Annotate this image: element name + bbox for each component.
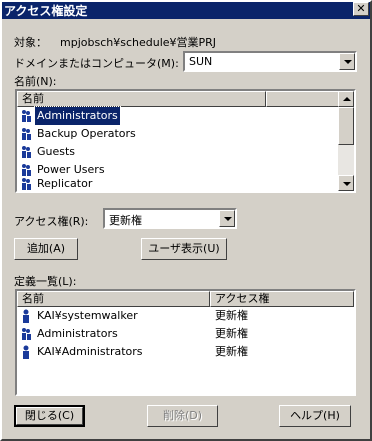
table-row[interactable]: KAI¥systemwalker 更新権 — [17, 307, 354, 325]
group-icon — [22, 178, 31, 190]
scroll-thumb[interactable] — [338, 107, 354, 145]
domain-combobox[interactable]: SUN — [183, 51, 357, 72]
domain-value: SUN — [189, 55, 213, 68]
table-row[interactable]: KAI¥Administrators 更新権 — [17, 343, 354, 361]
row-access: 更新権 — [215, 345, 248, 358]
names-label: 名前(N): — [14, 75, 57, 88]
row-access: 更新権 — [215, 309, 248, 322]
names-column-header-empty[interactable] — [266, 91, 340, 107]
list-item-label: Guests — [37, 145, 76, 158]
group-icon — [22, 110, 31, 122]
list-item-label: Replicator — [37, 177, 93, 190]
group-icon — [22, 328, 31, 340]
help-button[interactable]: ヘルプ(H) — [279, 405, 351, 427]
list-item-label: Backup Operators — [37, 127, 136, 140]
access-dropdown-button[interactable] — [219, 210, 235, 227]
domain-dropdown-button[interactable] — [339, 53, 355, 70]
list-item[interactable]: Replicator — [17, 175, 337, 191]
scroll-down-button[interactable] — [338, 175, 354, 191]
access-label: アクセス権(R): — [14, 215, 89, 228]
chevron-down-icon — [344, 60, 352, 64]
show-users-button[interactable]: ユーザ表示(U) — [141, 238, 227, 260]
access-combobox[interactable]: 更新権 — [103, 208, 237, 229]
list-item[interactable]: Administrators — [17, 106, 337, 126]
row-name: Administrators — [37, 327, 118, 340]
definitions-column-access[interactable]: アクセス権 — [210, 291, 354, 307]
definitions-label: 定義一覧(L): — [14, 275, 77, 288]
close-button-label: 閉じる(C) — [24, 409, 75, 422]
list-item[interactable]: Guests — [17, 143, 337, 161]
list-item-label: Administrators — [34, 106, 121, 126]
row-name: KAI¥systemwalker — [37, 309, 138, 322]
user-icon — [23, 345, 29, 359]
delete-button[interactable]: 削除(D) — [147, 405, 218, 427]
title-bar[interactable]: アクセス権設定 ✕ — [0, 0, 372, 19]
chevron-up-icon — [343, 97, 351, 101]
group-icon — [22, 128, 31, 140]
group-icon — [22, 146, 31, 158]
user-icon — [23, 309, 29, 323]
add-button[interactable]: 追加(A) — [14, 238, 78, 260]
names-listbox[interactable]: 名前 Administrators Backup Operators Guest… — [15, 89, 356, 193]
names-column-header[interactable]: 名前 — [17, 91, 266, 107]
close-button[interactable]: 閉じる(C) — [14, 405, 85, 427]
target-label: 対象： — [14, 36, 47, 49]
row-access: 更新権 — [215, 327, 248, 340]
definitions-listbox[interactable]: 名前 アクセス権 KAI¥systemwalker 更新権 Administra… — [15, 289, 356, 396]
chevron-down-icon — [343, 182, 351, 186]
window-title: アクセス権設定 — [4, 4, 88, 18]
table-row[interactable]: Administrators 更新権 — [17, 325, 354, 343]
access-value: 更新権 — [109, 214, 142, 227]
target-value: mpjobsch¥schedule¥営業PRJ — [60, 36, 217, 49]
definitions-column-name[interactable]: 名前 — [17, 291, 210, 307]
list-item[interactable]: Backup Operators — [17, 125, 337, 143]
names-scrollbar[interactable] — [338, 91, 354, 191]
close-window-button[interactable]: ✕ — [353, 2, 369, 16]
chevron-down-icon — [224, 217, 232, 221]
scroll-up-button[interactable] — [338, 91, 354, 107]
row-name: KAI¥Administrators — [37, 345, 143, 358]
domain-label: ドメインまたはコンピュータ(M): — [14, 57, 179, 70]
